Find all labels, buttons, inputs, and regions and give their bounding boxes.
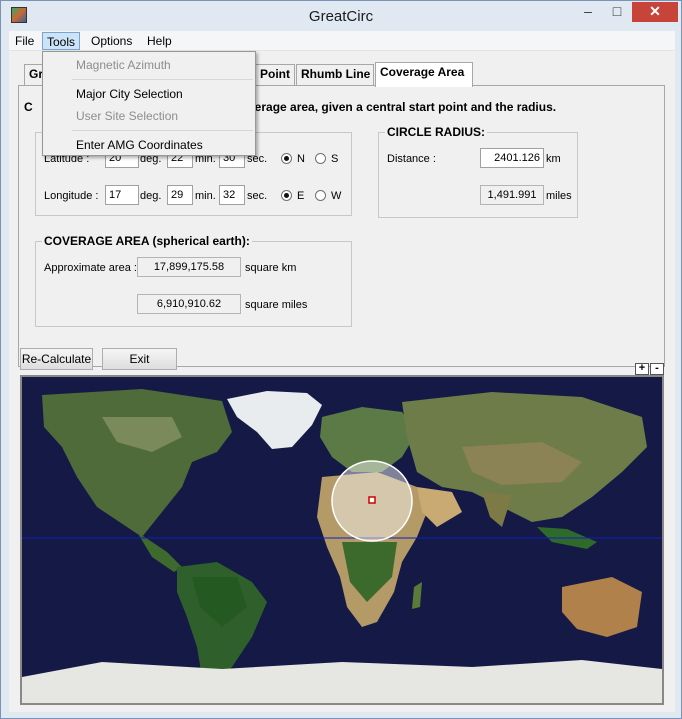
world-map[interactable]	[20, 375, 664, 705]
menu-help[interactable]: Help	[143, 32, 176, 50]
menu-magnetic-azimuth[interactable]: Magnetic Azimuth	[76, 55, 171, 75]
west-label: W	[331, 190, 342, 202]
lon-deg-label: deg.	[140, 190, 162, 202]
menu-tools[interactable]: Tools	[42, 32, 81, 50]
center-point-marker	[368, 496, 376, 504]
tab-point[interactable]: Point	[255, 64, 295, 85]
north-radio[interactable]	[281, 153, 292, 164]
north-label: N	[297, 153, 305, 165]
zoom-in-button[interactable]: +	[635, 363, 649, 375]
longitude-min-input[interactable]: 29	[167, 185, 193, 205]
tools-dropdown-menu: Magnetic Azimuth Major City Selection Us…	[42, 51, 256, 156]
close-icon[interactable]: ✕	[632, 2, 678, 22]
miles-unit-label: miles	[546, 190, 572, 202]
app-window: GreatCirc – □ ✕ File Tools Options Help …	[0, 0, 682, 719]
coverage-area-group: COVERAGE AREA (spherical earth): Approxi…	[35, 234, 352, 327]
circle-radius-title: CIRCLE RADIUS:	[385, 125, 487, 139]
menu-enter-amg-coordinates[interactable]: Enter AMG Coordinates	[76, 135, 203, 155]
menu-major-city-selection[interactable]: Major City Selection	[76, 84, 183, 104]
menu-file[interactable]: File	[11, 32, 38, 50]
menu-options[interactable]: Options	[87, 32, 136, 50]
approx-area-label: Approximate area :	[44, 262, 137, 274]
minimize-icon[interactable]: –	[575, 2, 601, 22]
longitude-label: Longitude :	[44, 190, 99, 202]
west-radio[interactable]	[315, 190, 326, 201]
world-map-graphic	[22, 377, 662, 703]
client-area: File Tools Options Help Gr Point Rhumb L…	[9, 31, 675, 712]
longitude-sec-input[interactable]: 32	[219, 185, 245, 205]
coverage-area-title: COVERAGE AREA (spherical earth):	[42, 234, 252, 248]
menu-separator	[72, 79, 253, 80]
area-miles-output: 6,910,910.62	[137, 294, 241, 314]
maximize-icon[interactable]: □	[604, 2, 630, 22]
tab-coverage-area[interactable]: Coverage Area	[375, 62, 473, 87]
east-label: E	[297, 190, 305, 202]
title-bar: GreatCirc – □ ✕	[1, 1, 681, 31]
panel-description-start: C	[24, 100, 33, 114]
km-unit-label: km	[546, 153, 561, 165]
south-label: S	[331, 153, 339, 165]
menu-bar: File Tools Options Help	[9, 31, 675, 51]
distance-miles-output: 1,491.991	[480, 185, 544, 205]
square-km-label: square km	[245, 262, 297, 274]
area-km-output: 17,899,175.58	[137, 257, 241, 277]
lon-min-label: min.	[195, 190, 216, 202]
exit-button[interactable]: Exit	[102, 348, 177, 370]
menu-user-site-selection[interactable]: User Site Selection	[76, 106, 178, 126]
panel-description: verage area, given a central start point…	[248, 100, 557, 114]
circle-radius-group: CIRCLE RADIUS: Distance : 2401.126 km 1,…	[378, 125, 578, 218]
tab-rhumb-line[interactable]: Rhumb Line	[296, 64, 374, 85]
lon-sec-label: sec.	[247, 190, 268, 202]
longitude-deg-input[interactable]: 17	[105, 185, 139, 205]
recalculate-button[interactable]: Re-Calculate	[20, 348, 93, 370]
antarctica-shape	[22, 660, 662, 703]
zoom-out-button[interactable]: -	[650, 363, 664, 375]
distance-label: Distance :	[387, 153, 436, 165]
square-miles-label: square miles	[245, 299, 308, 311]
distance-km-input[interactable]: 2401.126	[480, 148, 544, 168]
east-radio[interactable]	[281, 190, 292, 201]
menu-separator	[72, 130, 253, 131]
south-radio[interactable]	[315, 153, 326, 164]
